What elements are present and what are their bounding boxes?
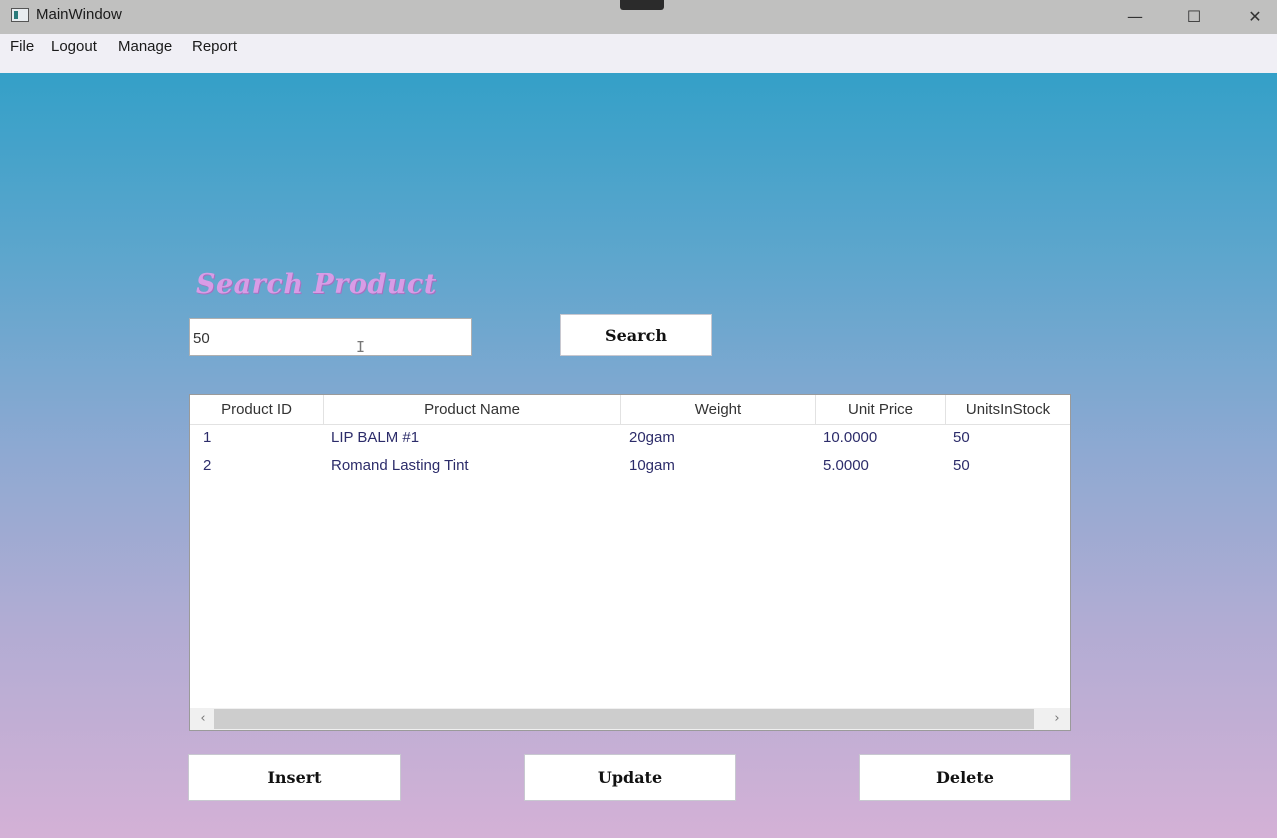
cell-product-id: 2 bbox=[203, 457, 212, 474]
column-header-product-name[interactable]: Product Name bbox=[324, 395, 621, 424]
column-header-product-id[interactable]: Product ID bbox=[190, 395, 324, 424]
main-content: Search Product I Search Product ID Produ… bbox=[0, 73, 1277, 838]
minimize-button[interactable]: — bbox=[1112, 0, 1158, 32]
search-input[interactable] bbox=[189, 318, 472, 356]
camera-notch bbox=[620, 0, 664, 10]
menu-item-file[interactable]: File bbox=[10, 38, 34, 55]
cell-weight: 20gam bbox=[629, 429, 675, 446]
cell-units-in-stock: 50 bbox=[953, 457, 970, 474]
table-row[interactable]: 2 Romand Lasting Tint 10gam 5.0000 50 bbox=[190, 452, 1070, 480]
cell-weight: 10gam bbox=[629, 457, 675, 474]
grid-header: Product ID Product Name Weight Unit Pric… bbox=[190, 395, 1070, 425]
cell-unit-price: 10.0000 bbox=[823, 429, 878, 446]
menu-item-report[interactable]: Report bbox=[192, 38, 237, 55]
maximize-icon: ☐ bbox=[1186, 6, 1202, 26]
minimize-icon: — bbox=[1127, 6, 1143, 26]
column-header-units-in-stock[interactable]: UnitsInStock bbox=[946, 395, 1070, 424]
menu-item-manage[interactable]: Manage bbox=[118, 38, 172, 55]
page-title: Search Product bbox=[196, 269, 437, 300]
scroll-right-icon[interactable]: › bbox=[1046, 708, 1068, 730]
cell-product-id: 1 bbox=[203, 429, 212, 446]
title-bar: MainWindow — ☐ ✕ bbox=[0, 0, 1277, 34]
cell-units-in-stock: 50 bbox=[953, 429, 970, 446]
cell-product-name: LIP BALM #1 bbox=[331, 429, 420, 446]
maximize-button[interactable]: ☐ bbox=[1171, 0, 1217, 32]
scrollbar-thumb[interactable] bbox=[214, 709, 1034, 729]
delete-button[interactable]: Delete bbox=[859, 754, 1071, 801]
menu-bar: File Logout Manage Report bbox=[0, 34, 1277, 73]
column-header-weight[interactable]: Weight bbox=[621, 395, 816, 424]
cell-product-name: Romand Lasting Tint bbox=[331, 457, 469, 474]
product-grid[interactable]: Product ID Product Name Weight Unit Pric… bbox=[189, 394, 1071, 731]
close-icon: ✕ bbox=[1248, 6, 1262, 26]
table-row[interactable]: 1 LIP BALM #1 20gam 10.0000 50 bbox=[190, 424, 1070, 452]
search-button[interactable]: Search bbox=[560, 314, 712, 356]
close-button[interactable]: ✕ bbox=[1232, 0, 1277, 32]
menu-item-logout[interactable]: Logout bbox=[51, 38, 97, 55]
window-title: MainWindow bbox=[36, 6, 122, 23]
update-button[interactable]: Update bbox=[524, 754, 736, 801]
column-header-unit-price[interactable]: Unit Price bbox=[816, 395, 946, 424]
cell-unit-price: 5.0000 bbox=[823, 457, 869, 474]
insert-button[interactable]: Insert bbox=[188, 754, 401, 801]
horizontal-scrollbar[interactable]: ‹ › bbox=[190, 708, 1070, 730]
app-icon bbox=[11, 8, 29, 22]
text-cursor-icon: I bbox=[356, 338, 366, 356]
scroll-left-icon[interactable]: ‹ bbox=[192, 708, 214, 730]
